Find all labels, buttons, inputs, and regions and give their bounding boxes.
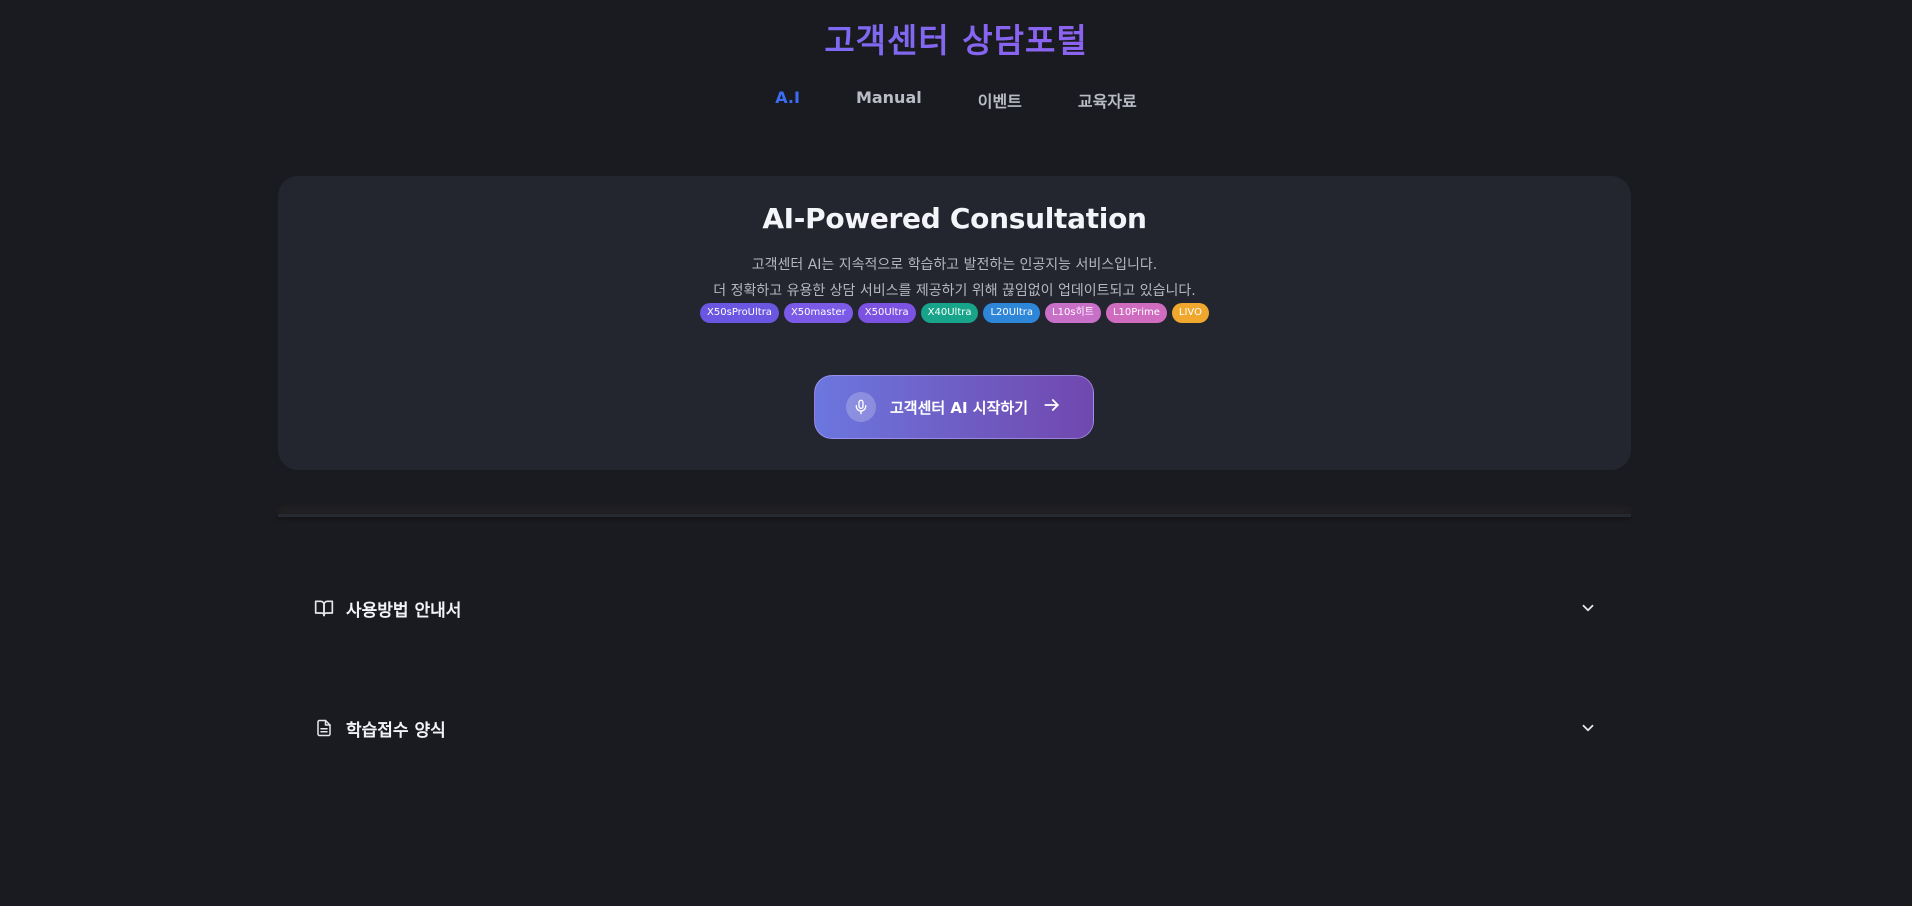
- hero-description-line-1: 고객센터 AI는 지속적으로 학습하고 발전하는 인공지능 서비스입니다.: [751, 257, 1158, 273]
- main-nav: A.I Manual 이벤트 교육자료: [0, 88, 1912, 112]
- hero-description-line-2: 더 정확하고 유용한 상담 서비스를 제공하기 위해 끊임없이 업데이트되고 있…: [713, 283, 1196, 299]
- model-badge: LIVO: [1171, 303, 1209, 323]
- arrow-right-icon: [1042, 395, 1062, 419]
- ai-consultation-card: AI-Powered Consultation 고객센터 AI는 지속적으로 학…: [278, 176, 1631, 470]
- model-badge: L10s히트: [1045, 303, 1101, 323]
- microphone-icon: [845, 392, 876, 422]
- nav-item-events[interactable]: 이벤트: [978, 88, 1022, 112]
- nav-item-ai[interactable]: A.I: [775, 88, 800, 112]
- start-ai-button[interactable]: 고객센터 AI 시작하기: [814, 375, 1094, 439]
- model-badge: X50master: [783, 303, 853, 323]
- section-divider: [278, 514, 1631, 517]
- model-badge: L10Prime: [1105, 303, 1167, 323]
- model-badge: X50Ultra: [857, 303, 916, 323]
- chevron-down-icon[interactable]: [1578, 598, 1598, 618]
- hero-title: AI-Powered Consultation: [762, 202, 1147, 235]
- accordion-user-guide-label: 사용방법 안내서: [346, 600, 462, 621]
- model-badge: X40Ultra: [920, 303, 979, 323]
- book-open-icon: [314, 598, 334, 618]
- start-ai-button-label: 고객센터 AI 시작하기: [889, 398, 1029, 417]
- nav-item-manual[interactable]: Manual: [856, 88, 922, 112]
- accordion-training-form[interactable]: 학습접수 양식: [314, 708, 1598, 748]
- model-badge: L20Ultra: [983, 303, 1041, 323]
- model-badge: X50sProUltra: [700, 303, 779, 323]
- portal-page: 고객센터 상담포털 A.I Manual 이벤트 교육자료 AI-Powered…: [0, 0, 1912, 906]
- document-icon: [314, 718, 334, 738]
- chevron-down-icon[interactable]: [1578, 718, 1598, 738]
- site-title: 고객센터 상담포털: [0, 14, 1912, 62]
- accordion-training-form-label: 학습접수 양식: [346, 720, 446, 741]
- accordion-user-guide[interactable]: 사용방법 안내서: [314, 588, 1598, 628]
- model-badge-list: X50sProUltra X50master X50Ultra X40Ultra…: [278, 303, 1631, 323]
- nav-item-training[interactable]: 교육자료: [1078, 88, 1137, 112]
